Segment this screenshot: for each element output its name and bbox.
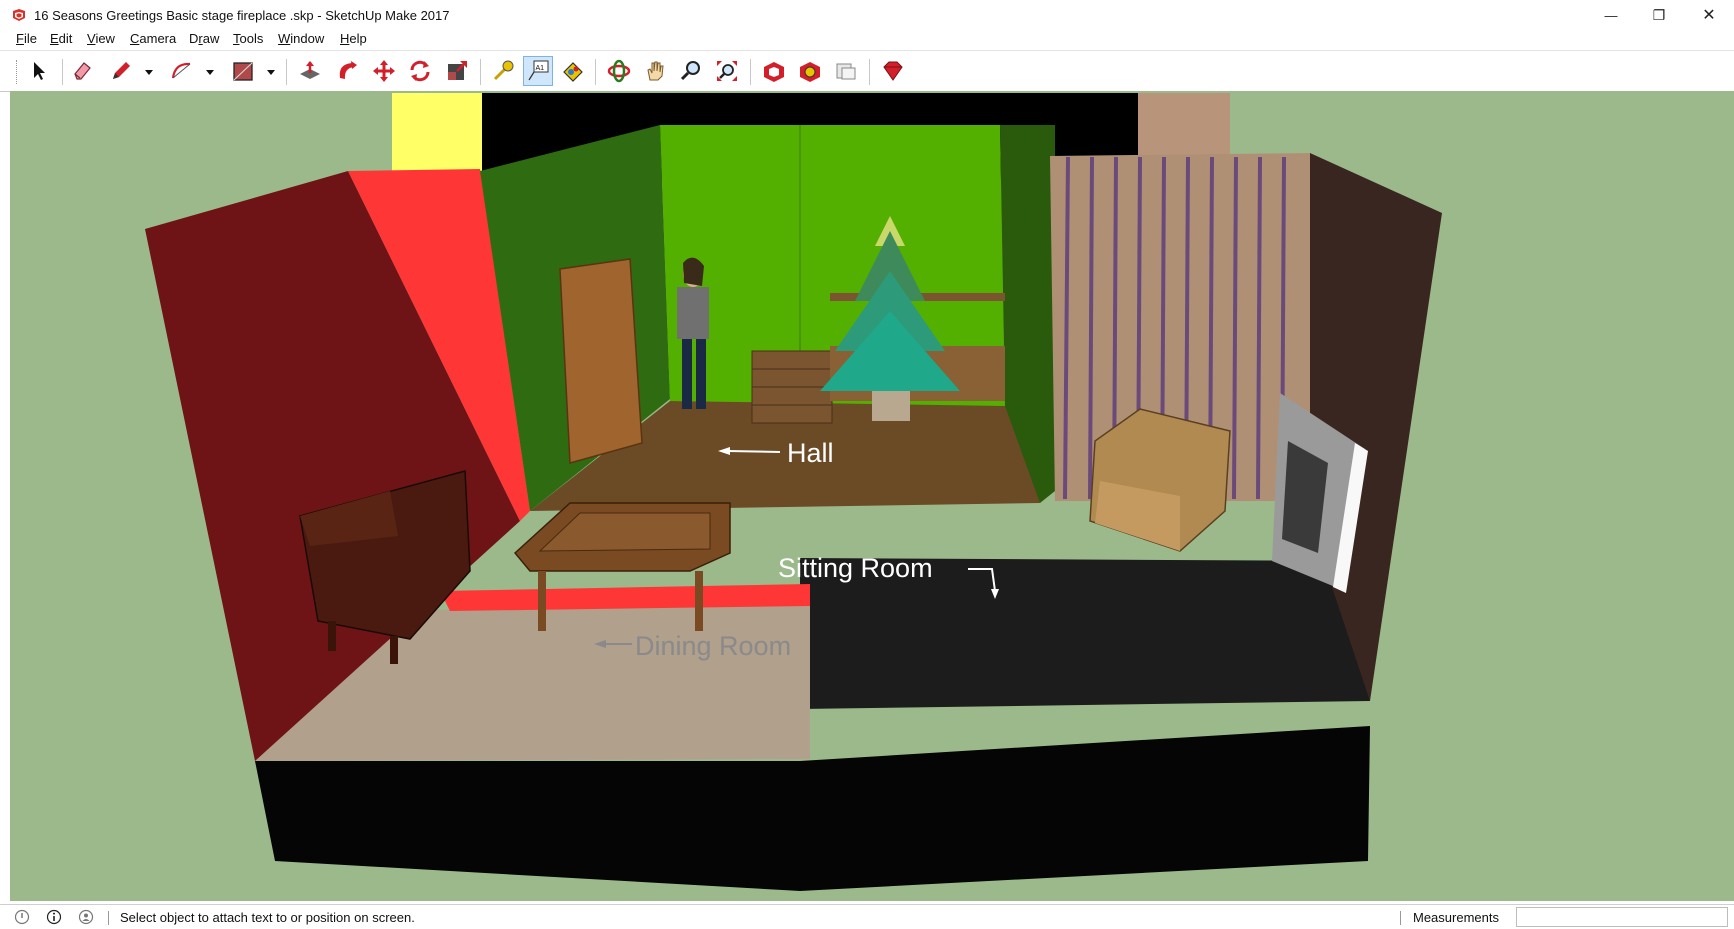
dining-room-label[interactable]: Dining Room — [635, 631, 791, 661]
eraser-icon — [74, 62, 91, 80]
zoom-icon — [680, 61, 700, 81]
toolbar-separator — [869, 59, 870, 85]
scale-icon — [448, 61, 467, 80]
text-icon: A1 — [528, 60, 549, 81]
menu-view[interactable]: View — [87, 31, 115, 46]
pencil-tool-button[interactable] — [106, 56, 136, 86]
zoom-tool-button[interactable] — [676, 56, 706, 86]
model-viewport[interactable]: Hall Sitting Room Dining Room — [10, 91, 1734, 901]
title-bar: 16 Seasons Greetings Basic stage firepla… — [0, 0, 1734, 30]
zoom-extents-icon — [717, 61, 737, 81]
pan-tool-button[interactable] — [640, 56, 670, 86]
rotate-icon — [410, 60, 430, 82]
toolbar-gripper[interactable] — [16, 60, 20, 84]
rotate-tool-button[interactable] — [405, 56, 435, 86]
sketchup-app-icon[interactable] — [12, 8, 26, 22]
main-toolbar: A1 — [0, 50, 1734, 92]
hall-label[interactable]: Hall — [787, 438, 834, 468]
warehouse-icon — [764, 62, 784, 82]
extension-manager-button[interactable] — [878, 56, 908, 86]
zoom-extents-tool-button[interactable] — [712, 56, 742, 86]
pan-icon — [647, 61, 664, 81]
follow-me-icon — [339, 61, 357, 79]
arc-icon — [171, 62, 191, 79]
menu-file[interactable]: File — [16, 31, 37, 46]
toolbar-separator — [286, 59, 287, 85]
credits-info-icon[interactable] — [46, 909, 62, 925]
extension-warehouse-icon — [800, 62, 820, 82]
minimize-button[interactable]: — — [1588, 2, 1634, 28]
rectangle-tool-button[interactable] — [228, 56, 258, 86]
send-to-layout-button[interactable] — [831, 56, 861, 86]
move-icon — [373, 60, 395, 82]
menu-camera[interactable]: Camera — [130, 31, 176, 46]
arc-dropdown-chevron-down-icon[interactable] — [205, 67, 215, 77]
arc-tool-button[interactable] — [167, 56, 197, 86]
user-account-icon[interactable] — [78, 909, 94, 925]
restore-icon: ❐ — [1652, 6, 1666, 23]
measurements-input[interactable] — [1516, 907, 1728, 927]
menu-edit[interactable]: Edit — [50, 31, 72, 46]
select-tool-button[interactable] — [24, 56, 54, 86]
menu-help[interactable]: Help — [340, 31, 367, 46]
geo-location-icon[interactable] — [14, 909, 30, 925]
eraser-tool-button[interactable] — [67, 56, 97, 86]
menu-window[interactable]: Window — [278, 31, 324, 46]
paint-bucket-icon — [563, 62, 583, 82]
orbit-icon — [607, 59, 631, 83]
rectangle-icon — [233, 62, 253, 81]
status-bar: Select object to attach text to or posit… — [0, 904, 1734, 929]
pencil-dropdown-chevron-down-icon[interactable] — [144, 67, 154, 77]
armchair — [1089, 408, 1231, 552]
ruby-icon — [883, 61, 903, 81]
menu-tools[interactable]: Tools — [233, 31, 263, 46]
toolbar-separator — [62, 59, 63, 85]
shapes-dropdown-chevron-down-icon[interactable] — [266, 67, 276, 77]
extension-warehouse-button[interactable] — [795, 56, 825, 86]
restore-button[interactable]: ❐ — [1636, 2, 1682, 28]
move-tool-button[interactable] — [369, 56, 399, 86]
close-button[interactable]: ✕ — [1686, 2, 1732, 28]
menu-bar: File Edit View Camera Draw Tools Window … — [0, 29, 1734, 49]
push-pull-tool-button[interactable] — [295, 56, 325, 86]
toolbar-separator — [750, 59, 751, 85]
status-message: Select object to attach text to or posit… — [120, 910, 415, 925]
pencil-icon — [113, 62, 130, 79]
window-title: 16 Seasons Greetings Basic stage firepla… — [34, 8, 450, 23]
3d-warehouse-button[interactable] — [759, 56, 789, 86]
push-pull-icon — [300, 61, 320, 79]
measurements-label: Measurements — [1413, 910, 1499, 925]
tape-measure-tool-button[interactable] — [488, 56, 518, 86]
select-icon — [34, 62, 45, 80]
menu-draw[interactable]: Draw — [189, 31, 219, 46]
minimize-icon: — — [1604, 7, 1618, 23]
scale-tool-button[interactable] — [442, 56, 472, 86]
follow-me-tool-button[interactable] — [332, 56, 362, 86]
toolbar-separator — [480, 59, 481, 85]
yellow-backing-panel — [392, 93, 490, 181]
orbit-tool-button[interactable] — [604, 56, 634, 86]
toolbar-separator — [595, 59, 596, 85]
paint-bucket-tool-button[interactable] — [558, 56, 588, 86]
text-tool-button[interactable]: A1 — [523, 56, 553, 86]
tape-measure-icon — [493, 60, 514, 81]
sitting-room-label[interactable]: Sitting Room — [778, 553, 933, 583]
hall-door — [559, 258, 643, 464]
stage-model-scene[interactable]: Hall Sitting Room Dining Room — [10, 91, 1734, 901]
layout-icon — [836, 63, 856, 80]
svg-text:A1: A1 — [536, 65, 545, 72]
close-icon: ✕ — [1702, 7, 1716, 24]
